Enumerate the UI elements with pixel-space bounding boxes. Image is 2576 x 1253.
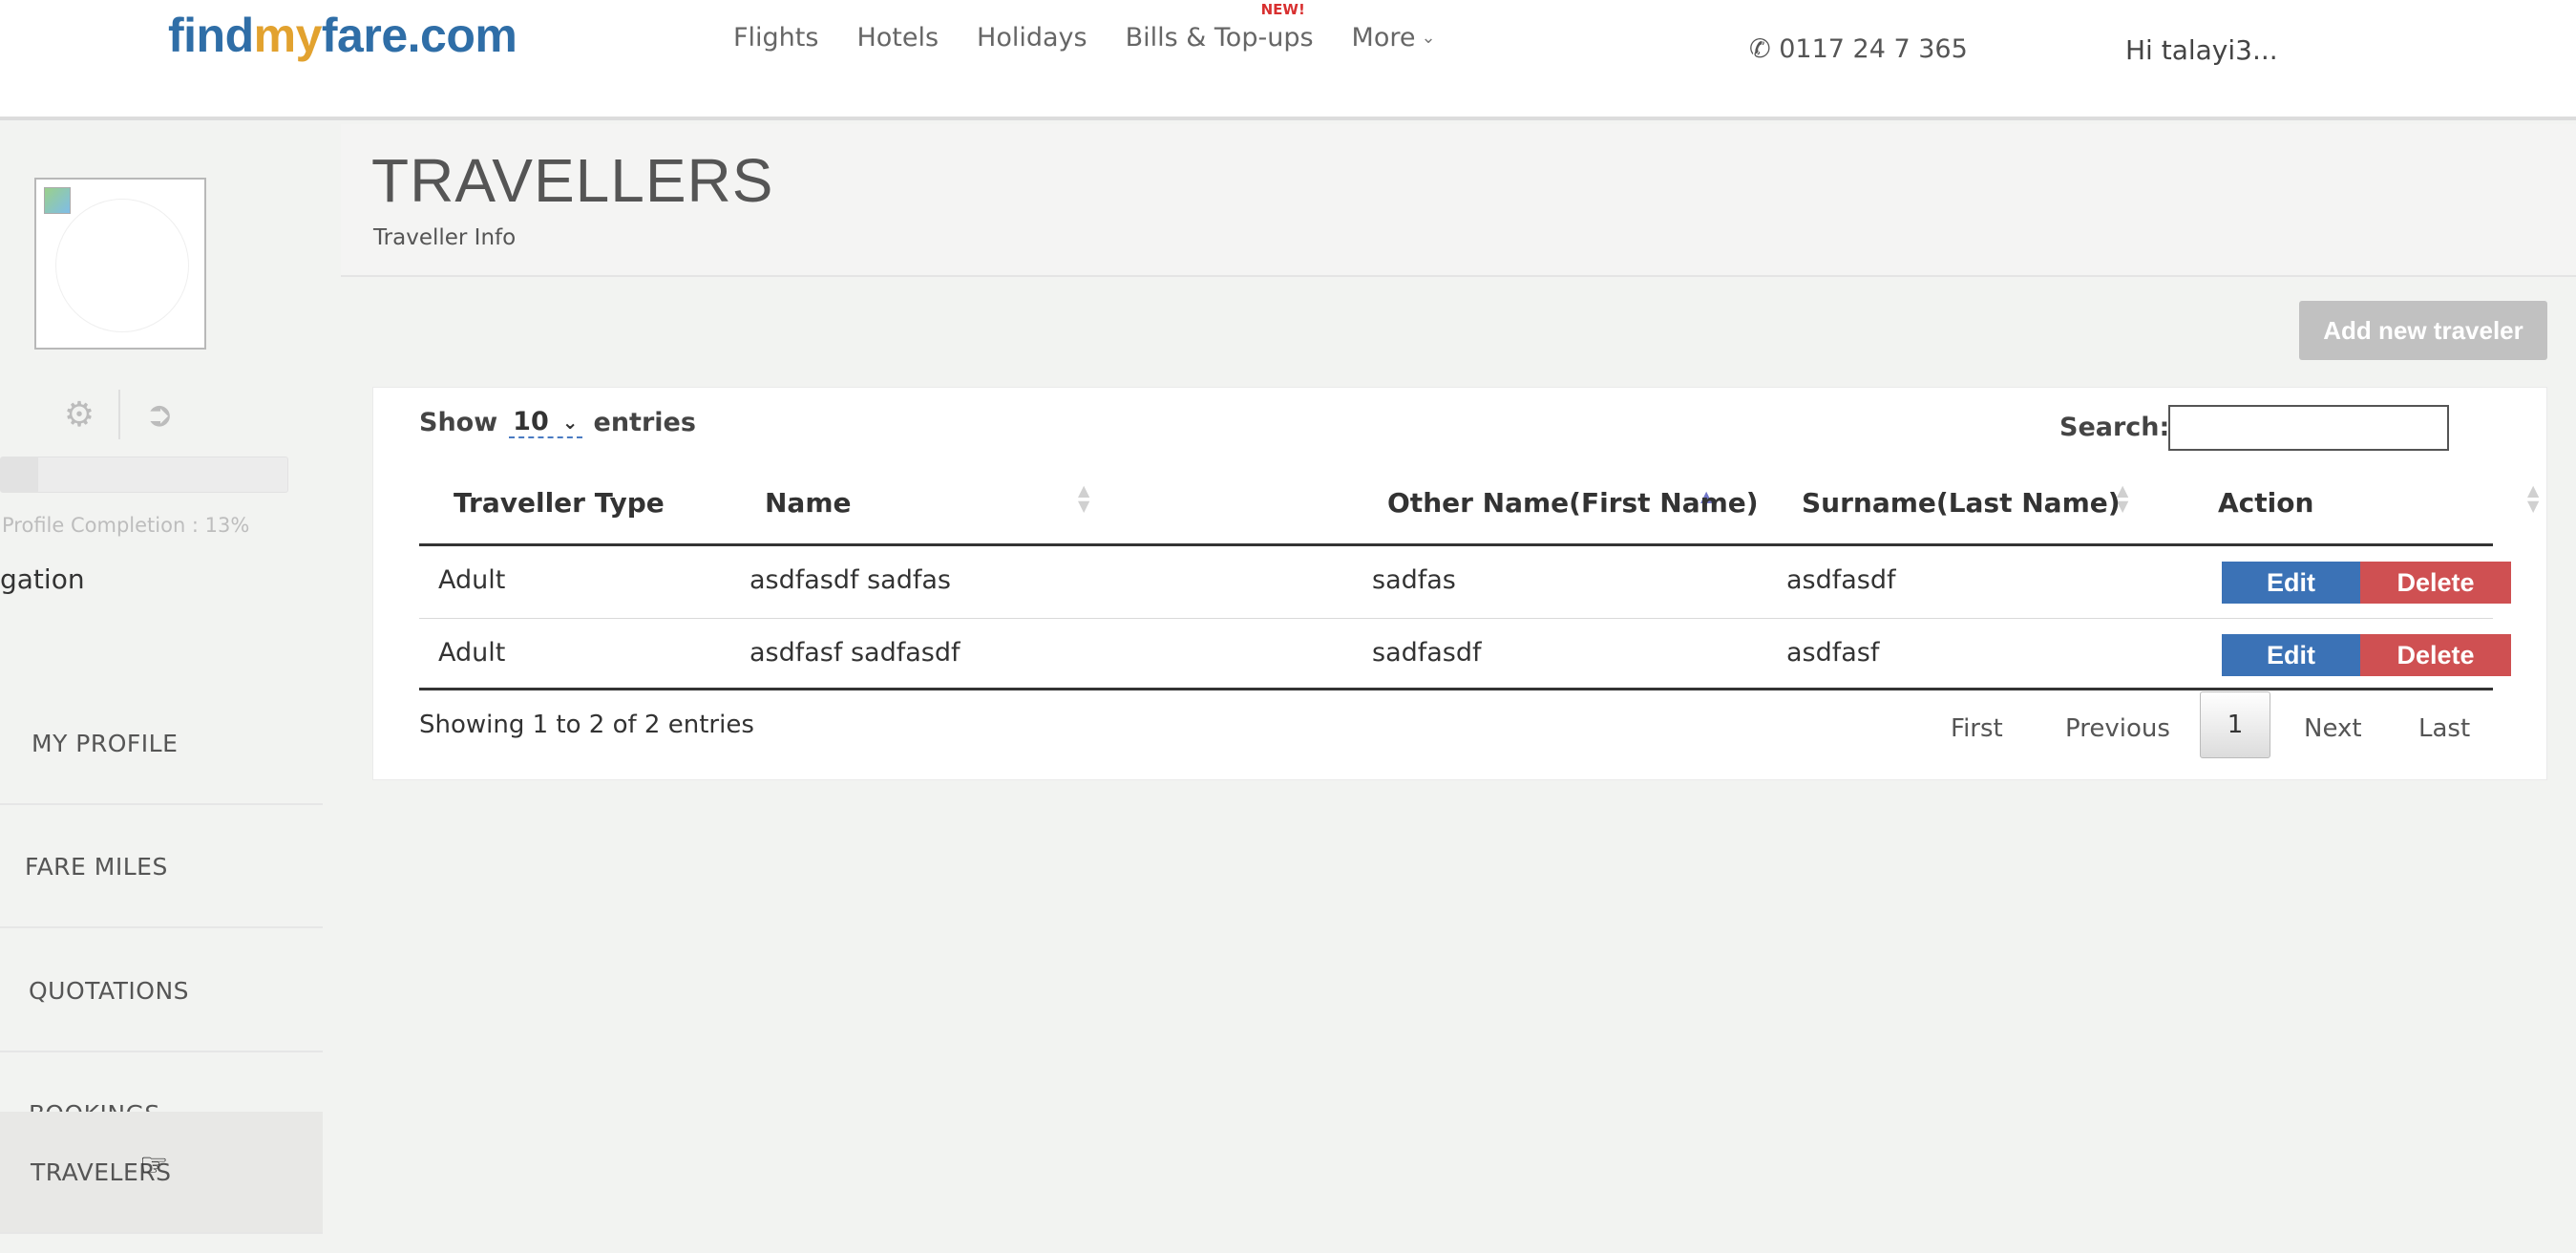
pagination-last[interactable]: Last [2418, 714, 2470, 743]
profile-completion-bar [0, 457, 288, 493]
table-row: Adult asdfasf sadfasdf sadfasdf asdfasf … [419, 619, 2511, 691]
column-header-action: Action [2218, 487, 2314, 519]
edit-button[interactable]: Edit [2222, 634, 2360, 676]
page-header: TRAVELLERS Traveller Info [341, 124, 2576, 277]
pagination-previous[interactable]: Previous [2065, 714, 2170, 743]
sign-out-icon[interactable]: ➲ [136, 395, 183, 435]
logo-part-find: find [168, 9, 254, 62]
sidebar-item-label: QUOTATIONS [29, 976, 190, 1005]
cell-surname: asdfasdf [1786, 565, 1896, 595]
nav-bills-topups[interactable]: Bills & Top-ups NEW! [1125, 1, 1314, 53]
sort-both-icon[interactable]: ▲ ▼ [1078, 483, 1089, 514]
profile-completion-fill [1, 457, 38, 492]
add-new-traveler-button[interactable]: Add new traveler [2299, 301, 2547, 360]
nav-hotels[interactable]: Hotels [856, 23, 939, 53]
cell-traveller-type: Adult [438, 638, 506, 668]
avatar[interactable] [34, 178, 206, 350]
cell-traveller-type: Adult [438, 565, 506, 595]
nav-flights[interactable]: Flights [733, 23, 818, 53]
sidebar-item-label: FARE MILES [25, 852, 168, 881]
nav-more-label: More [1351, 23, 1416, 53]
gears-icon[interactable]: ⚙ [55, 395, 103, 435]
travellers-table-panel: Show 10 ⌄ entries Search: Traveller Type… [372, 387, 2547, 780]
phone-icon: ✆ [1749, 34, 1771, 64]
sidebar-item-my-profile[interactable]: MY PROFILE [0, 683, 323, 805]
delete-button[interactable]: Delete [2360, 562, 2511, 604]
cell-name: asdfasdf sadfas [750, 565, 951, 595]
page-title: TRAVELLERS [371, 146, 774, 215]
sort-both-icon[interactable]: ▲ ▼ [2527, 483, 2539, 514]
entries-select-value: 10 [513, 407, 549, 436]
phone-number[interactable]: ✆ 0117 24 7 365 [1749, 34, 1968, 64]
table-row: Adult asdfasdf sadfas sadfas asdfasdf Ed… [419, 546, 2511, 619]
broken-image-icon [44, 187, 71, 214]
table-info: Showing 1 to 2 of 2 entries [419, 711, 754, 739]
navigation-heading: gation [0, 563, 85, 595]
logo-part-fare: fare.com [321, 9, 517, 62]
pagination-current-page[interactable]: 1 [2200, 691, 2270, 758]
nav-more[interactable]: More ⌄ [1352, 23, 1436, 53]
search-input[interactable] [2168, 405, 2449, 451]
entries-length-control: Show 10 ⌄ entries [419, 407, 696, 438]
page-subtitle: Traveller Info [373, 225, 517, 250]
logo-part-my: my [253, 9, 323, 62]
cell-other-name: sadfas [1372, 565, 1456, 595]
new-badge: NEW! [1260, 1, 1305, 18]
top-header: findmyfare.com Flights Hotels Holidays B… [0, 0, 2576, 120]
chevron-down-icon: ⌄ [561, 410, 579, 434]
user-greeting[interactable]: Hi talayi3... [2125, 34, 2278, 66]
icon-divider [118, 390, 120, 439]
table-bottom-border [419, 688, 2493, 690]
column-header-surname[interactable]: Surname(Last Name) [1802, 487, 2121, 519]
hand-cursor-icon: ☞ [139, 1146, 169, 1184]
phone-number-text: 0117 24 7 365 [1779, 34, 1968, 64]
sidebar-item-fare-miles[interactable]: FARE MILES [0, 806, 323, 928]
main-nav: Flights Hotels Holidays Bills & Top-ups … [733, 1, 1474, 53]
show-label: Show [419, 408, 498, 437]
pagination-next[interactable]: Next [2304, 714, 2362, 743]
pagination-first[interactable]: First [1951, 714, 2003, 743]
column-header-other-name[interactable]: Other Name(First Name) [1387, 487, 1759, 519]
column-header-name[interactable]: Name [765, 487, 852, 519]
column-header-traveller-type[interactable]: Traveller Type [454, 487, 665, 519]
account-sidebar: ⚙ ➲ Profile Completion : 13% gation MY P… [0, 124, 341, 1253]
site-logo[interactable]: findmyfare.com [168, 8, 517, 63]
nav-bills-topups-label: Bills & Top-ups [1125, 23, 1314, 53]
edit-button[interactable]: Edit [2222, 562, 2360, 604]
cell-other-name: sadfasdf [1372, 638, 1482, 668]
entries-label: entries [593, 408, 696, 437]
entries-select[interactable]: 10 ⌄ [509, 407, 582, 438]
avatar-circle [55, 199, 189, 332]
cell-surname: asdfasf [1786, 638, 1880, 668]
delete-button[interactable]: Delete [2360, 634, 2511, 676]
table-header-row: Traveller Type ▲ ▼ Name ▲ Other Name(Firs… [419, 468, 2539, 546]
profile-completion-text: Profile Completion : 13% [2, 514, 250, 537]
chevron-down-icon: ⌄ [1421, 28, 1436, 48]
search-label: Search: [2059, 413, 2170, 442]
sidebar-item-quotations[interactable]: QUOTATIONS [0, 930, 323, 1052]
profile-icon-row: ⚙ ➲ [55, 390, 183, 439]
sidebar-item-label: MY PROFILE [32, 729, 179, 757]
nav-holidays[interactable]: Holidays [977, 23, 1087, 53]
cell-name: asdfasf sadfasdf [750, 638, 961, 668]
